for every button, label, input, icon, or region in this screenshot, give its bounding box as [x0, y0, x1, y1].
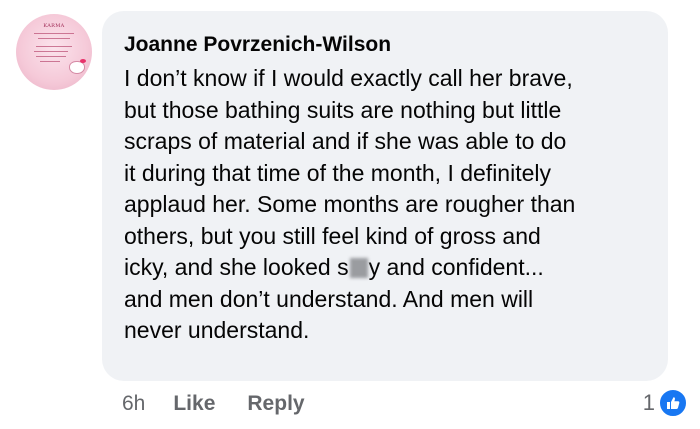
comment-line-part: y and confident... [368, 254, 544, 280]
hello-kitty-icon [69, 59, 86, 74]
comment-line: never understand. [124, 317, 310, 343]
comment-line: I don’t know if I would exactly call her… [124, 65, 573, 91]
comment-line: applaud her. Some months are rougher tha… [124, 191, 576, 217]
avatar-scribble [34, 51, 68, 52]
reaction-count: 1 [642, 390, 655, 415]
avatar-scribble [40, 61, 60, 62]
avatar-scribble [38, 38, 70, 39]
comment-text: I don’t know if I would exactly call her… [124, 63, 654, 347]
avatar-scribble [36, 56, 66, 57]
avatar[interactable]: KARMA [16, 14, 92, 90]
censor-blur [349, 258, 368, 278]
comment-actions: 6h Like Reply [122, 390, 337, 418]
timestamp[interactable]: 6h [122, 392, 145, 416]
comment-author[interactable]: Joanne Povrzenich-Wilson [124, 33, 391, 57]
comment-bubble: Joanne Povrzenich-Wilson I don’t know if… [102, 11, 668, 381]
comment-line: icky, and she looked s y and confident... [124, 252, 654, 284]
comment-line: scraps of material and if she was able t… [124, 128, 567, 154]
comment-line: and men don’t understand. And men will [124, 285, 534, 312]
comment-line: others, but you still feel kind of gross… [124, 222, 541, 249]
like-button[interactable]: Like [173, 392, 215, 416]
comment-line: it during that time of the month, I defi… [124, 159, 552, 186]
thumbs-up-icon [658, 388, 688, 418]
reaction-summary[interactable]: 1 [643, 388, 688, 418]
avatar-title: KARMA [43, 23, 65, 29]
comment-line: but those bathing suits are nothing but … [124, 96, 562, 123]
avatar-scribble [36, 46, 72, 47]
avatar-scribble [34, 33, 74, 34]
comment-line-part: icky, and she looked s [124, 254, 349, 280]
reply-button[interactable]: Reply [247, 392, 304, 416]
